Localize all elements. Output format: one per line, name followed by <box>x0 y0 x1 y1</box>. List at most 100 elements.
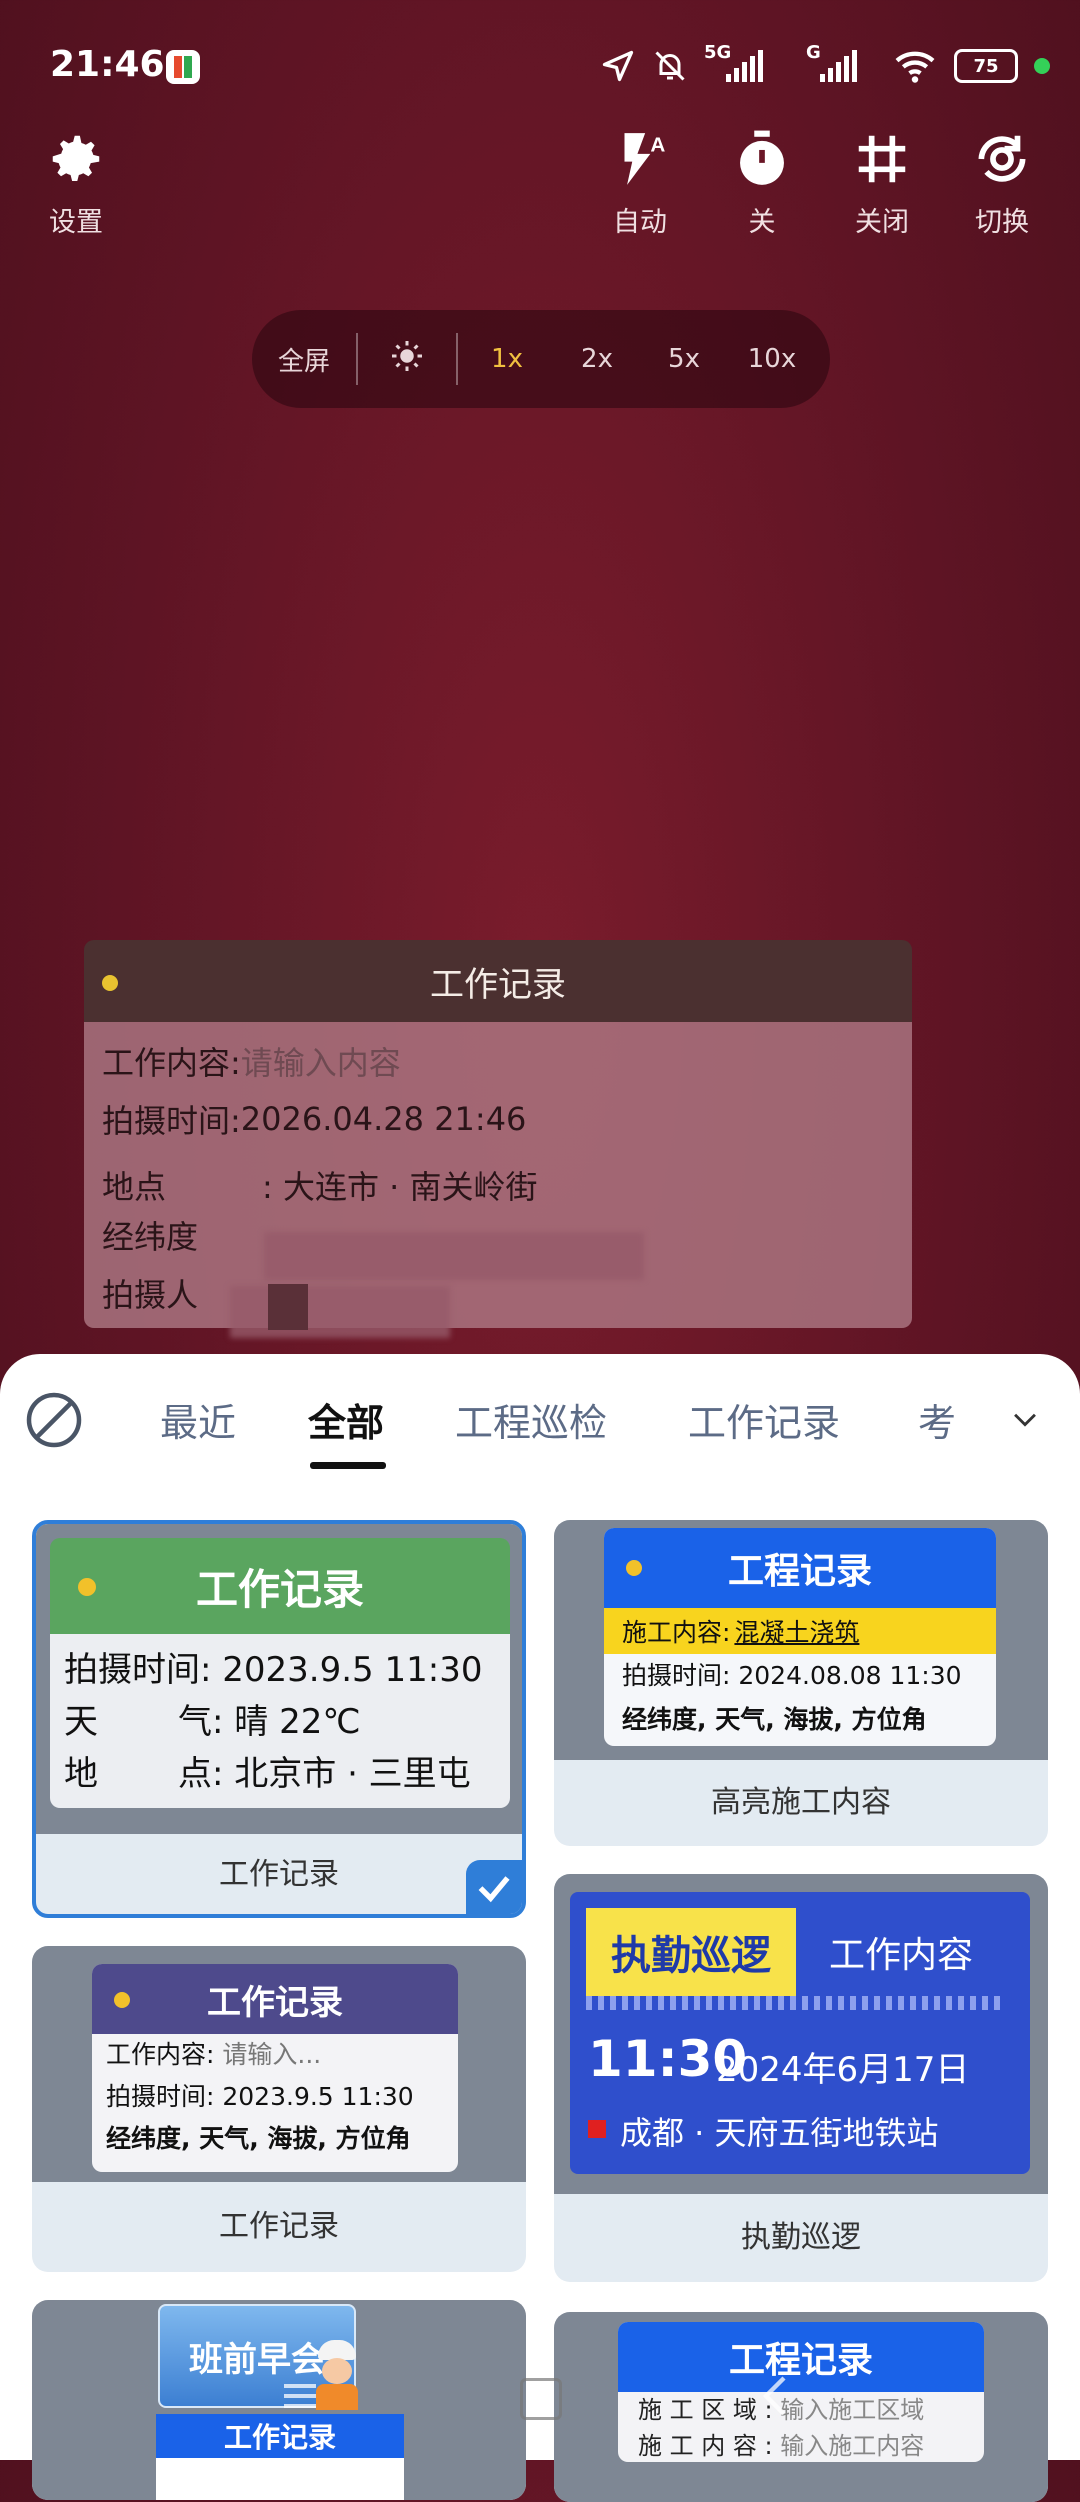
template-thumbnail: 工作记录 拍摄时间: 2023.9.5 11:30 天气: 晴 22℃ 地点: … <box>36 1524 522 1834</box>
signal-icon: G <box>806 42 876 82</box>
grid-button[interactable]: 关闭 <box>832 128 932 239</box>
template-title: 工作记录 <box>195 1564 364 1614</box>
bell-off-icon <box>655 51 685 81</box>
flash-button[interactable]: A 自动 <box>590 128 690 239</box>
template-row: 天气: 晴 22℃ <box>64 1702 361 1742</box>
switch-label: 切换 <box>975 207 1029 238</box>
zoom-2x[interactable]: 2x <box>556 344 638 374</box>
time-value: 2026.04.28 21:46 <box>240 1100 527 1138</box>
template-thumbnail: 工程记录 施工内容: 混凝土浇筑 拍摄时间: 2024.08.08 11:30 经… <box>554 1520 1048 1760</box>
patrol-header: 执勤巡逻 工作内容 <box>586 1908 1006 1996</box>
clock: 21:46 <box>50 44 165 85</box>
grid-label: 关闭 <box>855 207 909 238</box>
template-row: 经纬度, 天气, 海拔, 方位角 <box>622 1705 927 1734</box>
wifi-icon <box>895 51 935 83</box>
template-caption: 高亮施工内容 <box>711 1785 891 1820</box>
settings-button[interactable]: 设置 <box>26 128 126 239</box>
stripe-divider <box>586 1996 1006 2010</box>
check-icon <box>478 1876 510 1903</box>
template-thumbnail: 执勤巡逻 工作内容 11:30 2024年6月17日 成都 · 天府五街地铁站 <box>554 1874 1048 2194</box>
zoom-bar: 全屏 1x 2x 5x 10x <box>252 310 830 408</box>
template-card-patrol[interactable]: 执勤巡逻 工作内容 11:30 2024年6月17日 成都 · 天府五街地铁站 … <box>554 1874 1048 2282</box>
fullscreen-toggle[interactable]: 全屏 <box>252 341 356 378</box>
template-card-highlight-construction[interactable]: 工程记录 施工内容: 混凝土浇筑 拍摄时间: 2024.08.08 11:30 经… <box>554 1520 1048 1846</box>
menu-nav-icon[interactable] <box>278 2376 322 2416</box>
location-marker-icon <box>588 2120 606 2138</box>
timer-label: 关 <box>748 207 776 238</box>
svg-text:A: A <box>650 133 665 156</box>
switch-camera-icon <box>978 135 1026 182</box>
no-watermark-icon[interactable] <box>24 1390 84 1450</box>
patrol-date: 2024年6月17日 <box>716 2050 970 2090</box>
patrol-title: 执勤巡逻 <box>586 1908 796 1996</box>
status-dot <box>114 1992 130 2008</box>
settings-label: 设置 <box>49 207 103 238</box>
tab-recent[interactable]: 最近 <box>160 1392 236 1447</box>
place-label: 地点 <box>102 1168 167 1206</box>
template-row: 地点: 北京市 · 三里屯 <box>64 1754 471 1794</box>
tab-work-record[interactable]: 工作记录 <box>688 1392 840 1447</box>
template-card-engineering-record[interactable]: 工程记录 施 工 区 域 : 输入施工区域 施 工 内 容 : 输入施工内容 <box>554 2312 1048 2502</box>
tab-all[interactable]: 全部 <box>308 1392 384 1447</box>
battery-indicator: 75 <box>954 49 1018 83</box>
template-title: 工程记录 <box>618 2322 984 2392</box>
timer-icon <box>740 130 784 185</box>
content-placeholder: 请输入内容 <box>240 1044 401 1082</box>
back-nav-icon[interactable] <box>756 2372 796 2420</box>
template-row: 施 工 区 域 : 输入施工区域 <box>638 2396 925 2424</box>
watermark-title: 工作记录 <box>430 964 566 1005</box>
highlight-row: 施工内容: 混凝土浇筑 <box>604 1608 996 1654</box>
coords-label: 经纬度 <box>102 1218 199 1256</box>
template-title: 工程记录 <box>727 1551 872 1592</box>
time-label: 拍摄时间: <box>102 1102 241 1140</box>
privacy-dot <box>1034 58 1050 74</box>
patrol-content-label: 工作内容 <box>796 1908 1006 1996</box>
template-thumbnail: 工程记录 施 工 区 域 : 输入施工区域 施 工 内 容 : 输入施工内容 <box>554 2312 1048 2502</box>
template-thumbnail: 工作记录 工作内容: 请输入... 拍摄时间: 2023.9.5 11:30 经… <box>32 1946 526 2182</box>
flash-label: 自动 <box>613 207 667 238</box>
sun-icon <box>392 340 422 371</box>
switch-camera-button[interactable]: 切换 <box>952 128 1052 239</box>
blurred-coords <box>264 1232 644 1280</box>
grid-icon <box>858 135 906 183</box>
template-caption: 执勤巡逻 <box>741 2220 861 2255</box>
template-row: 工作内容: 请输入... <box>106 2040 322 2069</box>
patrol-place: 成都 · 天府五街地铁站 <box>620 2114 939 2152</box>
blurred-block <box>268 1284 308 1330</box>
zoom-5x[interactable]: 5x <box>638 344 730 374</box>
home-nav-button[interactable] <box>520 2378 562 2420</box>
tab-attendance[interactable]: 考 <box>918 1392 956 1447</box>
watermark-header: 工作记录 <box>84 940 912 1022</box>
flash-auto-icon: A <box>624 133 665 185</box>
zoom-1x[interactable]: 1x <box>458 344 556 374</box>
location-icon <box>602 50 634 82</box>
template-title: 工作记录 <box>156 2414 404 2458</box>
template-row: 经纬度, 天气, 海拔, 方位角 <box>106 2124 411 2153</box>
template-card-work-record-purple[interactable]: 工作记录 工作内容: 请输入... 拍摄时间: 2023.9.5 11:30 经… <box>32 1946 526 2272</box>
app-notification-icon <box>166 50 200 84</box>
brightness-button[interactable] <box>358 338 456 381</box>
template-caption: 工作记录 <box>219 1857 339 1892</box>
template-row: 拍摄时间: 2024.08.08 11:30 <box>622 1661 962 1690</box>
template-title: 工作记录 <box>207 1982 343 2023</box>
chevron-down-icon[interactable] <box>1008 1402 1042 1436</box>
status-dot <box>626 1560 642 1576</box>
template-row: 施 工 内 容 : 输入施工内容 <box>638 2432 925 2460</box>
content-label: 工作内容: <box>102 1044 241 1082</box>
active-tab-indicator <box>310 1462 386 1469</box>
status-icons: 5G G 75 <box>600 42 1050 86</box>
template-row: 拍摄时间: 2023.9.5 11:30 <box>106 2082 414 2111</box>
signal-5g-icon: 5G <box>704 42 790 82</box>
tab-engineering-inspection[interactable]: 工程巡检 <box>455 1392 607 1447</box>
meeting-template: 工作记录 <box>156 2414 404 2500</box>
watermark-body: 工作内容: 请输入内容 拍摄时间: 2026.04.28 21:46 地点 : 大连市… <box>84 1022 912 1328</box>
template-caption: 工作记录 <box>219 2209 339 2244</box>
place-value: : 大连市 · 南关岭街 <box>262 1168 538 1206</box>
status-bar: 21:46 5G G 75 <box>0 0 1080 140</box>
template-card-work-record-green[interactable]: 工作记录 拍摄时间: 2023.9.5 11:30 天气: 晴 22℃ 地点: … <box>32 1520 526 1918</box>
gear-icon <box>52 135 100 181</box>
zoom-10x[interactable]: 10x <box>730 344 814 374</box>
template-row: 拍摄时间: 2023.9.5 11:30 <box>64 1650 483 1690</box>
timer-button[interactable]: 关 <box>712 128 812 239</box>
status-dot <box>78 1578 96 1596</box>
